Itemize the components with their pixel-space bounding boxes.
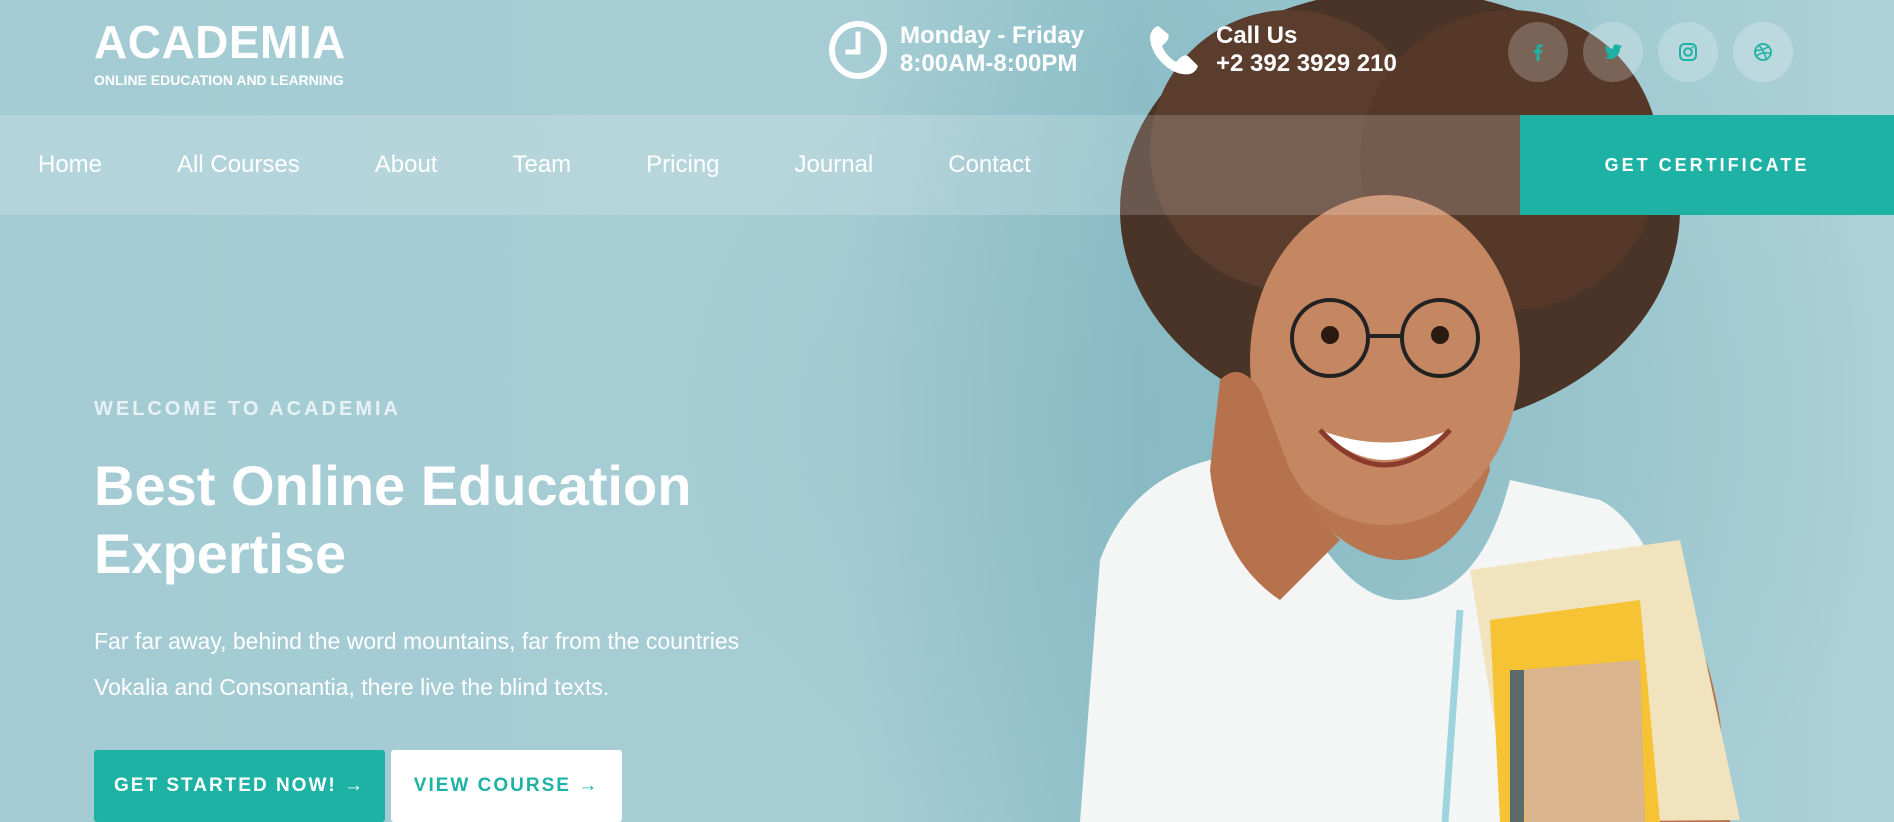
dribbble-link[interactable] bbox=[1733, 22, 1793, 82]
hero-lead: Far far away, behind the word mountains,… bbox=[94, 618, 814, 710]
hours-title: Monday - Friday bbox=[900, 22, 1085, 49]
hero-lead-line-2: Vokalia and Consonantia, there live the … bbox=[94, 674, 610, 700]
get-started-button[interactable]: GET STARTED NOW! → bbox=[94, 750, 385, 822]
nav-contact[interactable]: Contact bbox=[948, 151, 1031, 179]
hero-headline-line-1: Best Online Education bbox=[94, 454, 692, 517]
instagram-link[interactable] bbox=[1658, 22, 1718, 82]
logo-title: ACADEMIA bbox=[94, 16, 346, 68]
view-course-button[interactable]: VIEW COURSE → bbox=[391, 750, 622, 822]
hero-lead-line-1: Far far away, behind the word mountains,… bbox=[94, 628, 740, 654]
logo[interactable]: ACADEMIA ONLINE EDUCATION AND LEARNING bbox=[94, 18, 346, 88]
nav-about[interactable]: About bbox=[375, 151, 438, 179]
twitter-link[interactable] bbox=[1583, 22, 1643, 82]
nav-team[interactable]: Team bbox=[512, 151, 571, 179]
instagram-icon bbox=[1679, 43, 1697, 61]
hours-info: Monday - Friday 8:00AM-8:00PM bbox=[828, 20, 1084, 80]
main-nav: Home All Courses About Team Pricing Jour… bbox=[0, 115, 1520, 215]
nav-all-courses[interactable]: All Courses bbox=[177, 151, 300, 179]
twitter-icon bbox=[1604, 44, 1622, 59]
hero-headline: Best Online Education Expertise bbox=[94, 452, 794, 588]
dribbble-icon bbox=[1754, 43, 1772, 61]
nav-pricing[interactable]: Pricing bbox=[646, 151, 719, 179]
logo-tagline: ONLINE EDUCATION AND LEARNING bbox=[94, 72, 344, 88]
phone-icon bbox=[1150, 26, 1198, 75]
hero-headline-line-2: Expertise bbox=[94, 522, 347, 585]
call-info: Call Us +2 392 3929 210 bbox=[1144, 20, 1397, 80]
facebook-link[interactable] bbox=[1508, 22, 1568, 82]
call-title: Call Us bbox=[1216, 22, 1298, 49]
clock-icon bbox=[829, 21, 887, 79]
get-certificate-button[interactable]: GET CERTIFICATE bbox=[1520, 115, 1894, 215]
call-value[interactable]: +2 392 3929 210 bbox=[1216, 50, 1397, 78]
top-bar: ACADEMIA ONLINE EDUCATION AND LEARNING M… bbox=[0, 0, 1894, 115]
social-links bbox=[1508, 22, 1793, 82]
hero-eyebrow: WELCOME TO ACADEMIA bbox=[94, 398, 401, 420]
hours-value: 8:00AM-8:00PM bbox=[900, 50, 1078, 77]
nav-home[interactable]: Home bbox=[38, 151, 102, 179]
facebook-icon bbox=[1534, 44, 1543, 61]
nav-journal[interactable]: Journal bbox=[795, 151, 874, 179]
